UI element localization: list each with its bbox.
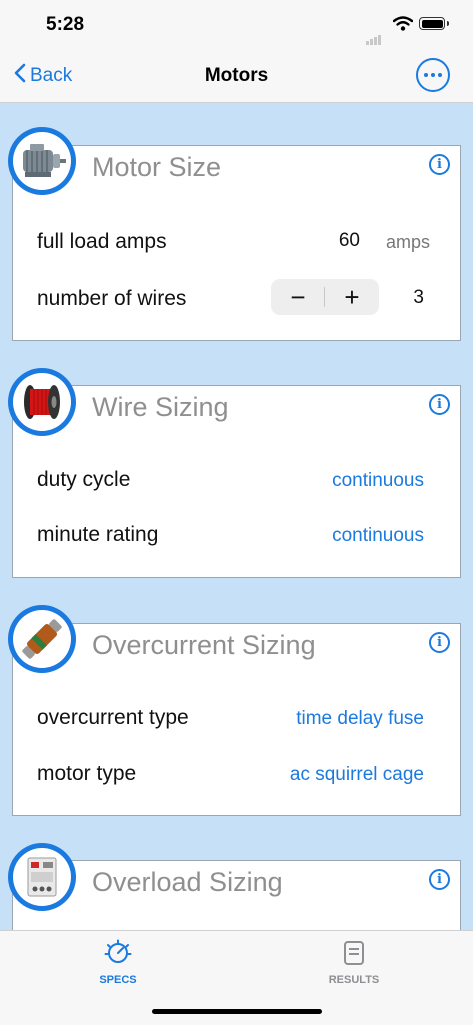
navigation-bar: Back Motors [0,50,473,103]
specs-gauge-icon [104,939,132,971]
number-of-wires-value: 3 [413,287,424,308]
motor-type-value[interactable]: ac squirrel cage [290,764,424,786]
ellipsis-dot [431,73,435,77]
results-document-icon [340,941,368,971]
row-label: overcurrent type [37,706,189,729]
cellular-signal-icon [366,27,382,45]
home-indicator [152,1009,322,1014]
card-title: Overload Sizing [92,867,283,897]
overcurrent-type-row[interactable]: overcurrent type time delay fuse [13,698,460,738]
minute-rating-row[interactable]: minute rating continuous [13,515,460,555]
minute-rating-value[interactable]: continuous [332,525,424,547]
battery-tip [447,21,449,26]
more-options-button[interactable] [416,58,450,92]
wires-stepper[interactable]: − + [271,279,379,315]
tab-results[interactable]: RESULTS [294,939,414,986]
wire-sizing-card: Wire Sizing i duty cycle continuous minu… [12,385,461,578]
increment-button[interactable]: + [325,279,379,315]
info-icon[interactable]: i [429,154,450,175]
number-of-wires-row: number of wires − + 3 [13,279,460,319]
motor-type-row[interactable]: motor type ac squirrel cage [13,754,460,794]
ellipsis-dot [438,73,442,77]
card-title: Motor Size [92,152,222,182]
duty-cycle-row[interactable]: duty cycle continuous [13,460,460,500]
status-time: 5:28 [46,14,85,35]
row-label: duty cycle [37,468,131,491]
duty-cycle-value[interactable]: continuous [332,470,424,492]
info-icon[interactable]: i [429,869,450,890]
row-label: minute rating [37,523,159,546]
info-icon[interactable]: i [429,632,450,653]
wire-spool-icon [8,368,76,436]
motor-icon [8,127,76,195]
page-title: Motors [204,65,269,86]
info-icon[interactable]: i [429,394,450,415]
card-title: Wire Sizing [92,392,229,422]
ellipsis-dot [424,73,428,77]
tab-specs[interactable]: SPECS [58,939,178,986]
card-title: Overcurrent Sizing [92,630,316,660]
decrement-button[interactable]: − [271,279,325,315]
motor-size-card: Motor Size i full load amps 60 amps numb… [12,145,461,341]
full-load-amps-value[interactable]: 60 [339,230,360,252]
tab-label: SPECS [99,974,137,986]
status-bar: 5:28 [0,0,473,50]
overload-relay-icon [8,843,76,911]
row-label: full load amps [37,230,167,253]
battery-icon [419,17,445,30]
tab-label: RESULTS [328,974,380,986]
row-label: number of wires [37,287,187,310]
overcurrent-type-value[interactable]: time delay fuse [296,708,424,730]
fuse-icon [8,605,76,673]
row-label: motor type [37,762,137,785]
unit-label: amps [385,232,430,252]
overcurrent-sizing-card: Overcurrent Sizing i overcurrent type ti… [12,623,461,816]
full-load-amps-row[interactable]: full load amps 60 amps [13,222,460,262]
wifi-icon [392,16,414,36]
